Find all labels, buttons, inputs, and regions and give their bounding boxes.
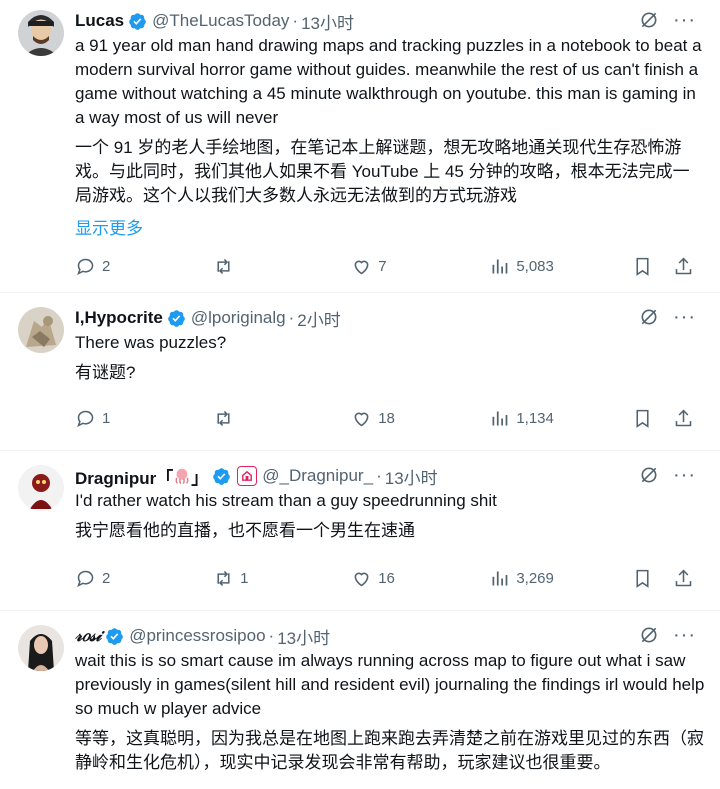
share-icon[interactable] — [673, 408, 694, 429]
share-icon[interactable] — [673, 256, 694, 277]
tweet-text: There was puzzles? — [75, 333, 227, 352]
reply-icon — [77, 570, 94, 588]
views-button[interactable]: 5,083 — [489, 256, 554, 277]
octopus-emoji-icon — [173, 467, 191, 485]
views-button[interactable]: 3,269 — [489, 568, 554, 589]
retweet-icon — [217, 410, 230, 427]
like-button[interactable]: 18 — [351, 408, 411, 429]
tweet-translation: 一个 91 岁的老人手绘地图，在笔记本上解谜题，想无攻略地通关现代生存恐怖游戏。… — [75, 138, 690, 205]
tweet-translation: 我宁愿看他的直播，也不愿看一个男生在速通 — [75, 521, 415, 540]
reply-button[interactable]: 2 — [75, 568, 135, 589]
verified-badge-icon — [129, 12, 146, 30]
avatar[interactable] — [18, 465, 64, 511]
bookmark-icon[interactable] — [632, 408, 653, 429]
separator-dot: · — [292, 11, 299, 30]
grok-icon[interactable] — [639, 625, 659, 645]
views-icon — [492, 411, 508, 426]
retweet-button[interactable]: 1 — [213, 568, 273, 589]
views-button[interactable]: 1,134 — [489, 408, 554, 429]
heart-icon — [354, 260, 369, 275]
retweet-button[interactable] — [213, 408, 273, 429]
tweet-translation: 等等，这真聪明，因为我总是在地图上跑来跑去弄清楚之前在游戏里见过的东西（寂静岭和… — [75, 729, 704, 772]
timestamp[interactable]: 13小时 — [385, 464, 438, 489]
separator-dot: · — [288, 308, 295, 327]
reply-icon — [77, 410, 94, 428]
reply-button[interactable]: 1 — [75, 408, 135, 429]
tweet-text: wait this is so smart cause im always ru… — [75, 651, 705, 718]
tweet-header: Lucas @TheLucasToday · 13小时 — [75, 9, 706, 34]
action-bar: 1 18 1,134 — [75, 408, 694, 429]
reply-count: 2 — [102, 258, 111, 275]
avatar[interactable] — [18, 625, 64, 671]
separator-dot: · — [376, 466, 382, 485]
user-handle[interactable]: @_Dragnipur_ — [262, 466, 373, 486]
tweet-header: 𝓇𝑜𝓈𝒾 @princessrosipoo · 13小时 — [75, 624, 706, 649]
action-bar: 2 7 5,083 — [75, 256, 694, 277]
like-count: 18 — [378, 410, 395, 427]
user-name[interactable]: I,Hypocrite — [75, 308, 163, 328]
tweet-dragnipur[interactable]: Dragnipur「 」 @_Dragnipur_ · 13小时 ··· I'd… — [0, 451, 720, 611]
timestamp[interactable]: 13小时 — [301, 9, 354, 34]
tweet-text: I'd rather watch his stream than a guy s… — [75, 491, 497, 510]
more-options-icon[interactable]: ··· — [673, 625, 696, 645]
heart-icon — [354, 412, 369, 427]
share-icon[interactable] — [673, 568, 694, 589]
separator-dot: · — [268, 626, 275, 645]
views-count: 3,269 — [516, 570, 554, 587]
reply-count: 1 — [102, 410, 111, 427]
more-options-icon[interactable]: ··· — [673, 10, 696, 30]
tweet-rosi[interactable]: 𝓇𝑜𝓈𝒾 @princessrosipoo · 13小时 ··· wait th… — [0, 611, 720, 789]
views-count: 1,134 — [516, 410, 554, 427]
tweet-hypocrite[interactable]: I,Hypocrite @lporiginalg · 2小时 ··· There… — [0, 293, 720, 451]
grok-icon[interactable] — [639, 465, 659, 485]
tweet-text: a 91 year old man hand drawing maps and … — [75, 36, 702, 127]
grok-icon[interactable] — [639, 307, 659, 327]
avatar[interactable] — [18, 307, 64, 353]
retweet-button[interactable] — [213, 256, 273, 277]
views-count: 5,083 — [516, 258, 554, 275]
reply-icon — [77, 258, 94, 276]
verified-badge-icon — [168, 309, 185, 327]
views-icon — [492, 571, 508, 586]
more-options-icon[interactable]: ··· — [673, 465, 696, 485]
timestamp[interactable]: 2小时 — [297, 306, 340, 331]
tweet-header: Dragnipur「 」 @_Dragnipur_ · 13小时 — [75, 464, 706, 489]
show-more-link[interactable]: 显示更多 — [75, 214, 706, 239]
timestamp[interactable]: 13小时 — [277, 624, 330, 649]
affiliate-badge-icon — [237, 466, 258, 486]
heart-icon — [354, 572, 369, 587]
like-count: 16 — [378, 570, 395, 587]
retweet-count: 1 — [240, 570, 249, 587]
bookmark-icon[interactable] — [632, 256, 653, 277]
reply-count: 2 — [102, 570, 111, 587]
user-handle[interactable]: @TheLucasToday — [152, 11, 289, 31]
reply-button[interactable]: 2 — [75, 256, 135, 277]
user-handle[interactable]: @lporiginalg — [191, 308, 286, 328]
bookmark-icon[interactable] — [632, 568, 653, 589]
user-name[interactable]: Lucas — [75, 11, 124, 31]
user-name[interactable]: Dragnipur「 — [75, 464, 173, 489]
like-button[interactable]: 16 — [351, 568, 411, 589]
verified-badge-icon — [213, 467, 231, 485]
user-name[interactable]: 𝓇𝑜𝓈𝒾 — [75, 626, 101, 646]
grok-icon[interactable] — [639, 10, 659, 30]
like-button[interactable]: 7 — [351, 256, 411, 277]
user-name-suffix: 」 — [191, 468, 209, 488]
like-count: 7 — [378, 258, 387, 275]
tweet-header: I,Hypocrite @lporiginalg · 2小时 — [75, 306, 706, 331]
more-options-icon[interactable]: ··· — [673, 307, 696, 327]
user-handle[interactable]: @princessrosipoo — [129, 626, 265, 646]
tweet-translation: 有谜题? — [75, 363, 136, 382]
action-bar: 2 1 16 3,269 — [75, 568, 694, 589]
avatar[interactable] — [18, 10, 64, 56]
retweet-icon — [217, 570, 230, 587]
tweet-lucas[interactable]: Lucas @TheLucasToday · 13小时 ··· a 91 yea… — [0, 0, 720, 293]
verified-badge-icon — [106, 627, 124, 645]
retweet-icon — [217, 258, 230, 275]
views-icon — [492, 259, 508, 274]
